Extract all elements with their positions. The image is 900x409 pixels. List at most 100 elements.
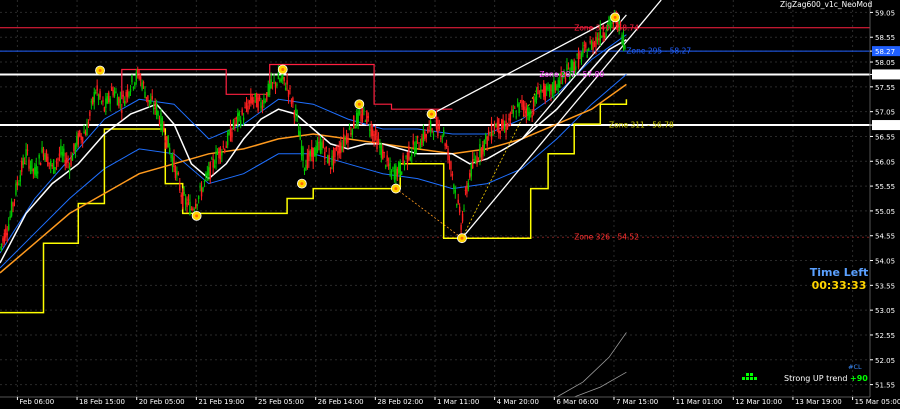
candle-body	[601, 36, 603, 38]
candle-body	[279, 79, 281, 82]
candle-body	[202, 187, 204, 192]
candle-body	[66, 157, 68, 163]
candle-body	[456, 204, 458, 206]
candle-body	[213, 165, 216, 168]
candle-body	[427, 128, 429, 134]
candle-body	[553, 80, 555, 94]
candle-body	[184, 198, 187, 205]
candle-body	[418, 147, 420, 149]
candle-body	[258, 95, 261, 99]
candle-body	[528, 111, 530, 121]
candle-body	[490, 122, 493, 140]
candle-body	[248, 100, 251, 104]
candle-body	[432, 133, 435, 135]
price-chart[interactable]: Zone 340 - 58.74 Zone 295 - 58.27 Zone 287…	[0, 0, 900, 406]
candle-body	[161, 117, 164, 131]
candle-body	[64, 159, 66, 167]
zigzag-dot-center	[357, 102, 361, 106]
candle-body	[344, 138, 346, 141]
candle-body	[137, 69, 139, 74]
candle-body	[235, 117, 238, 120]
candle-body	[530, 111, 532, 115]
candle-body	[73, 143, 75, 152]
candle-body	[541, 89, 543, 91]
candle-body	[503, 127, 506, 130]
candle-body	[334, 147, 336, 157]
candle-body	[458, 206, 461, 213]
candle-body	[274, 82, 277, 88]
candle-body	[171, 157, 174, 167]
candle-body	[547, 87, 549, 89]
time-tick-label: 20 Feb 05:00	[139, 398, 185, 405]
candle-body	[489, 134, 491, 136]
candle-body	[445, 144, 448, 148]
candle-body	[340, 142, 342, 154]
candle-body	[431, 128, 433, 131]
candle-body	[325, 146, 327, 149]
candle-body	[167, 135, 169, 148]
candle-body	[31, 159, 33, 172]
candle-body	[48, 162, 50, 164]
candle-body	[437, 119, 439, 137]
candle-body	[447, 148, 449, 161]
candle-body	[586, 54, 588, 58]
time-tick-label: 11 Mar 01:00	[676, 398, 723, 405]
candle-body	[477, 159, 480, 161]
candle-body	[125, 92, 127, 97]
candle-body	[242, 117, 245, 121]
candle-body	[245, 102, 248, 110]
candle-body	[16, 181, 19, 186]
time-tick-label: 7 Mar 15:00	[616, 398, 658, 405]
candle-body	[276, 83, 278, 86]
candle-body	[309, 151, 311, 157]
candle-body	[487, 130, 490, 135]
axis-tick-label: 56.78	[875, 122, 895, 130]
chart-canvas[interactable]: Zone 340 - 58.74 Zone 295 - 58.27 Zone 287…	[0, 0, 900, 406]
candle-body	[329, 167, 332, 169]
candle-body	[383, 152, 385, 154]
candle-body	[315, 145, 317, 157]
price-axis: 59.05 58.55 58.27 58.05 57.80 57.55 57.05 56.78…	[869, 0, 900, 397]
candle-body	[522, 100, 525, 111]
candle-body	[93, 92, 95, 103]
zigzag-dot-center	[195, 214, 199, 218]
candle-body	[415, 140, 417, 153]
candle-body	[425, 134, 427, 138]
candle-body	[495, 124, 497, 128]
zigzag-dot-center	[300, 182, 304, 186]
candle-body	[240, 120, 242, 126]
candle-body	[190, 208, 193, 210]
candle-body	[257, 97, 259, 111]
candle-body	[464, 189, 467, 191]
zigzag-dot-center	[281, 67, 285, 71]
candle-body	[483, 140, 485, 152]
candle-body	[55, 162, 58, 164]
candle-body	[305, 164, 307, 171]
candle-body	[153, 107, 155, 110]
candle-body	[585, 43, 587, 48]
candle-body	[215, 151, 217, 164]
candle-body	[211, 158, 213, 160]
candle-body	[261, 105, 264, 110]
candle-body	[106, 96, 108, 104]
candle-body	[472, 159, 474, 168]
candle-body	[84, 132, 87, 136]
candle-body	[221, 152, 223, 156]
zigzag-segment	[395, 188, 463, 239]
candle-body	[443, 130, 445, 136]
candle-body	[361, 108, 364, 119]
candle-body	[548, 84, 551, 91]
candle-body	[42, 148, 45, 157]
candle-body	[129, 88, 132, 93]
candle-body	[345, 136, 348, 143]
candle-body	[435, 117, 438, 129]
candle-body	[115, 91, 117, 93]
candle-body	[524, 106, 526, 111]
candle-body	[25, 149, 27, 158]
candle-body	[373, 134, 375, 141]
axis-tick-label: 55.55	[875, 183, 895, 191]
axis-tick-label: 57.80	[875, 71, 895, 79]
candle-body	[441, 136, 443, 138]
candle-body	[286, 80, 288, 85]
candle-body	[451, 173, 454, 176]
